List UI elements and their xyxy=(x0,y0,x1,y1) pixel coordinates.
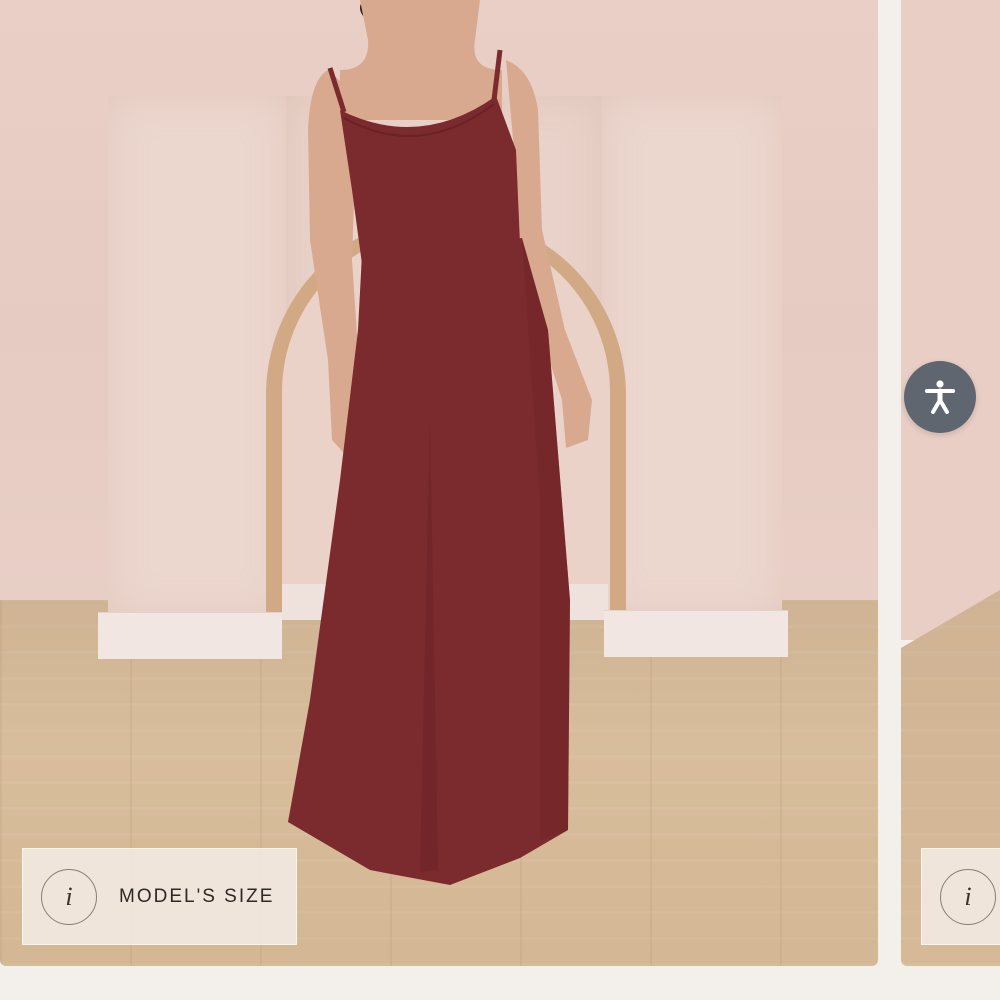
photo-wall xyxy=(901,0,1000,640)
photo-panel-right xyxy=(602,96,782,616)
photo-plinth-right xyxy=(604,610,788,657)
model-size-button-next[interactable]: i xyxy=(921,848,1000,945)
accessibility-person-icon xyxy=(925,380,955,414)
product-image-gallery: i MODEL'S SIZE i xyxy=(0,0,1000,1000)
model-size-button[interactable]: i MODEL'S SIZE xyxy=(22,848,297,945)
accessibility-button[interactable] xyxy=(904,361,976,433)
model-size-label: MODEL'S SIZE xyxy=(119,885,275,907)
dress-bodice xyxy=(340,96,520,264)
model-neck xyxy=(340,0,502,120)
photo-panel-left xyxy=(108,96,286,616)
model-in-dress xyxy=(288,0,592,885)
photo-plinth-left xyxy=(98,612,282,659)
product-image-main[interactable]: i MODEL'S SIZE xyxy=(0,0,878,966)
info-icon: i xyxy=(940,868,996,925)
product-image-next[interactable] xyxy=(901,0,1000,966)
info-icon: i xyxy=(41,868,97,925)
